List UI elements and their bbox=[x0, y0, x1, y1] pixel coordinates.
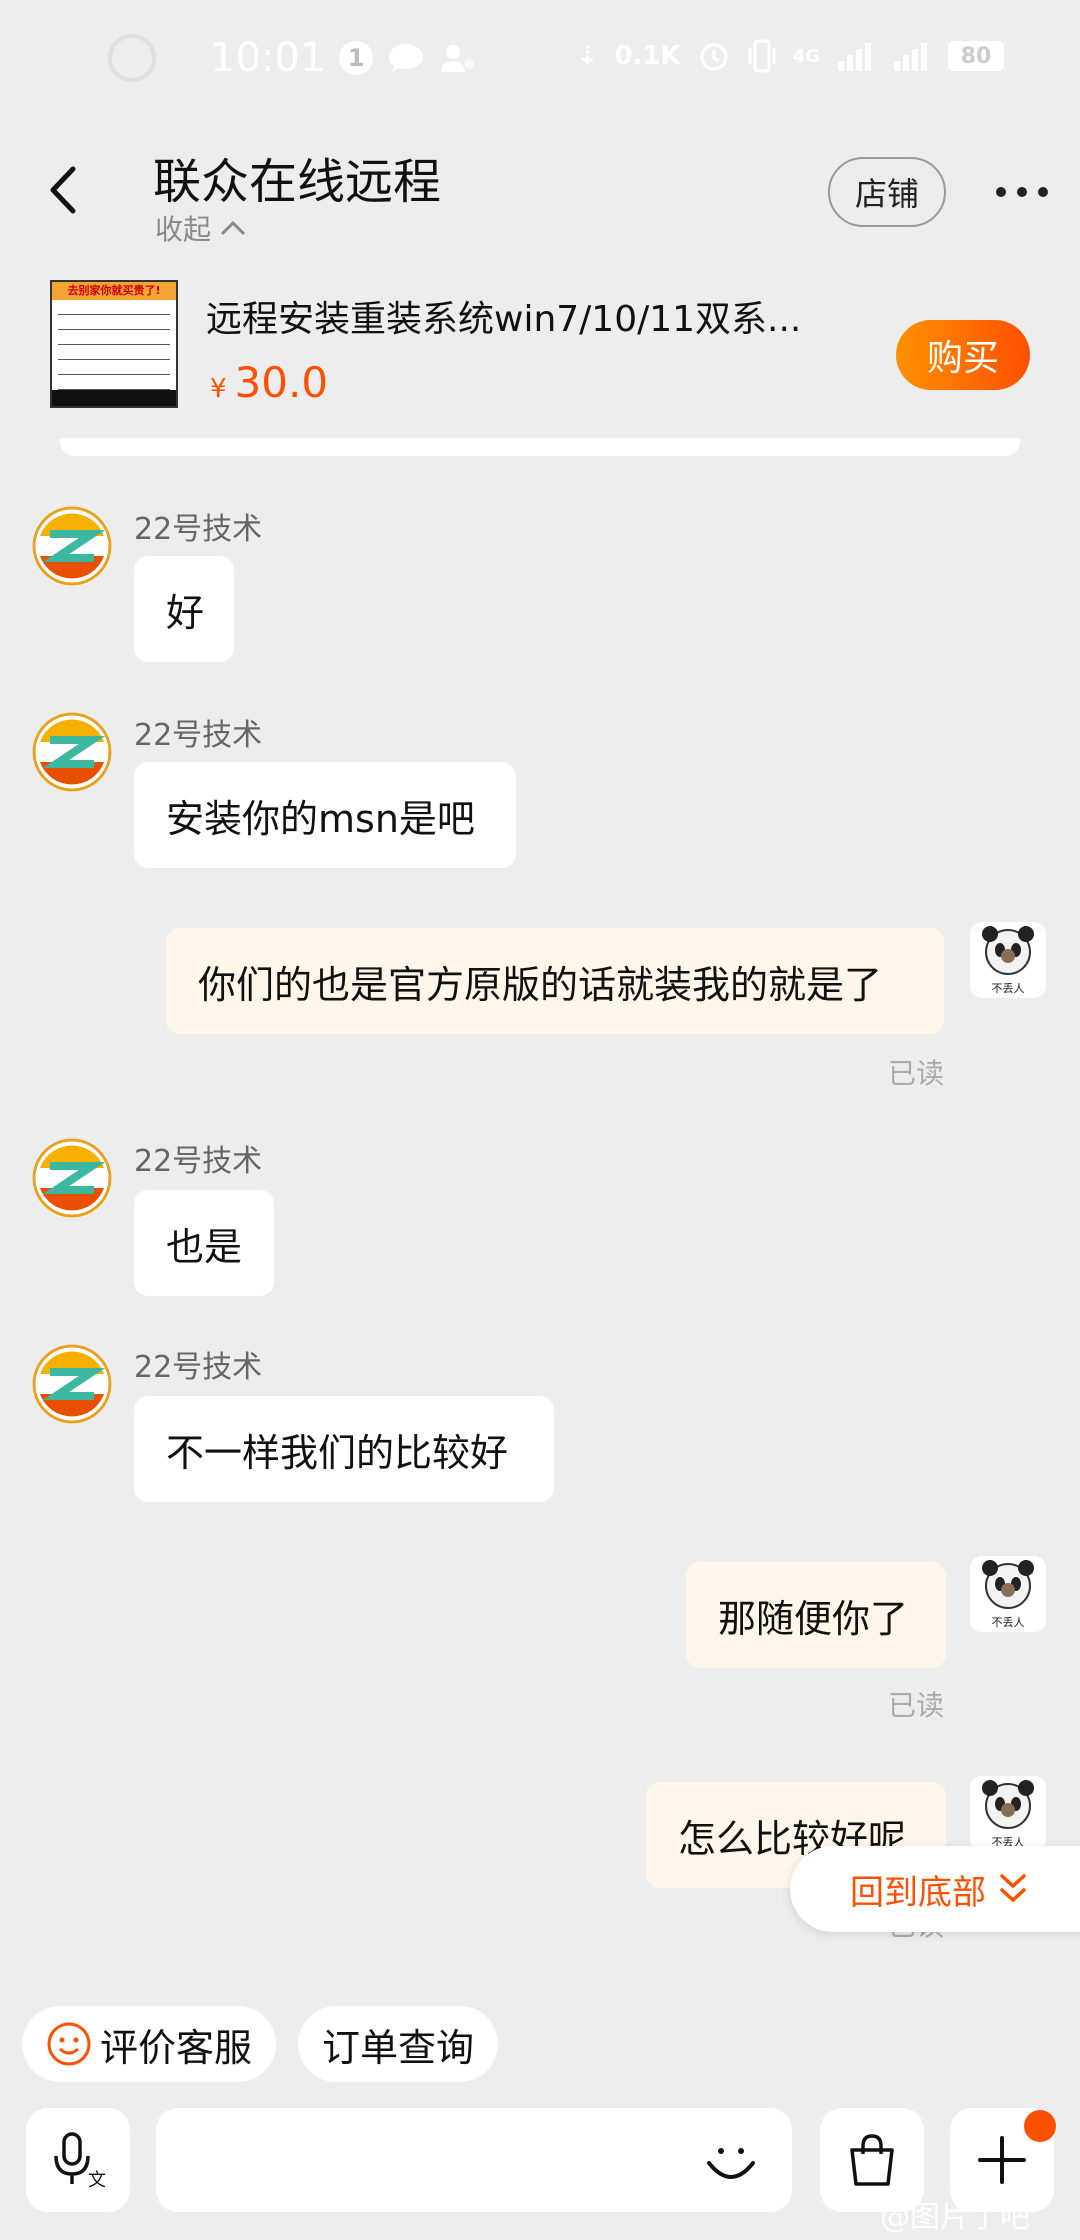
thumb-banner: 去别家你就买贵了! bbox=[52, 282, 176, 300]
message-bubble-outgoing[interactable]: 那随便你了 bbox=[686, 1562, 946, 1668]
signal-2-icon bbox=[894, 43, 927, 71]
price-currency: ¥ bbox=[210, 374, 227, 404]
rate-service-label: 评价客服 bbox=[100, 2025, 253, 2070]
microphone-icon: 文 bbox=[54, 2132, 106, 2190]
user-avatar[interactable]: 不丢人 bbox=[970, 922, 1046, 998]
shop-avatar[interactable] bbox=[32, 1344, 112, 1424]
buy-button[interactable]: 购买 bbox=[896, 320, 1030, 390]
status-bar: 10:01 1 ⇣ 0.1K 4G 80 bbox=[0, 0, 1080, 120]
download-speed-icon: ⇣ bbox=[576, 41, 599, 71]
collapse-toggle[interactable]: 收起 bbox=[155, 208, 247, 248]
double-chevron-down-icon bbox=[1000, 1874, 1026, 1903]
message-bubble-incoming[interactable]: 安装你的msn是吧 bbox=[134, 762, 516, 868]
network-type: 4G bbox=[792, 45, 820, 67]
more-options-button[interactable] bbox=[996, 178, 1048, 206]
order-query-label: 订单查询 bbox=[322, 2025, 475, 2070]
collapse-label: 收起 bbox=[155, 213, 212, 246]
more-dot-icon bbox=[996, 187, 1006, 197]
back-to-bottom-label: 回到底部 bbox=[850, 1872, 986, 1913]
emoji-smile-icon bbox=[707, 2148, 755, 2179]
read-status: 已读 bbox=[888, 1689, 945, 1722]
shop-avatar[interactable] bbox=[32, 1138, 112, 1218]
alarm-icon bbox=[700, 43, 728, 71]
emoji-button[interactable] bbox=[700, 2130, 762, 2192]
product-price: ¥ 30.0 bbox=[210, 358, 328, 407]
more-dot-icon bbox=[1017, 187, 1027, 197]
user-avatar[interactable]: 不丢人 bbox=[970, 1776, 1046, 1852]
message-bubble-incoming[interactable]: 也是 bbox=[134, 1190, 274, 1296]
rate-service-button[interactable]: 评价客服 bbox=[22, 2006, 277, 2082]
shop-logo-icon bbox=[32, 506, 112, 586]
smile-icon bbox=[47, 2022, 91, 2066]
page-title: 联众在线远程 bbox=[153, 154, 442, 210]
watermark: @图片了吧 bbox=[880, 2192, 1030, 2236]
notification-count-badge: 1 bbox=[339, 41, 374, 75]
net-speed: 0.1K bbox=[614, 41, 681, 71]
contact-notification-icon bbox=[441, 45, 475, 72]
voice-input-button[interactable]: 文 bbox=[26, 2108, 130, 2212]
shop-avatar[interactable] bbox=[32, 506, 112, 586]
shop-logo-icon bbox=[32, 1344, 112, 1424]
product-thumbnail: 去别家你就买贵了! bbox=[50, 280, 178, 408]
watermark-text: @图片了吧 bbox=[880, 2200, 1030, 2235]
avatar-caption: 不丢人 bbox=[991, 1616, 1025, 1629]
user-avatar[interactable]: 不丢人 bbox=[970, 1556, 1046, 1632]
message-input[interactable] bbox=[156, 2108, 792, 2212]
shopping-bag-icon bbox=[850, 2134, 894, 2186]
back-button[interactable] bbox=[38, 160, 88, 220]
chat-notification-icon bbox=[389, 44, 424, 72]
read-status: 已读 bbox=[888, 1057, 945, 1090]
store-button[interactable]: 店铺 bbox=[828, 157, 946, 227]
vibrate-icon bbox=[748, 39, 776, 73]
chevron-up-icon bbox=[220, 220, 246, 236]
order-query-button[interactable]: 订单查询 bbox=[298, 2006, 499, 2082]
sender-name: 22号技术 bbox=[134, 1350, 263, 1385]
floating-ball-icon bbox=[108, 34, 156, 82]
back-to-bottom-button[interactable]: 回到底部 bbox=[790, 1846, 1080, 1932]
more-dot-icon bbox=[1038, 187, 1048, 197]
shop-logo-icon bbox=[32, 712, 112, 792]
status-time: 10:01 bbox=[210, 35, 326, 81]
sender-name: 22号技术 bbox=[134, 718, 263, 753]
product-card[interactable]: 去别家你就买贵了! 远程安装重装系统win7/10/11双系... ¥ 30.0… bbox=[50, 270, 1030, 410]
chevron-left-icon bbox=[50, 166, 76, 214]
message-bubble-outgoing[interactable]: 你们的也是官方原版的话就装我的就是了 bbox=[166, 928, 944, 1034]
sender-name: 22号技术 bbox=[134, 512, 263, 547]
message-bubble-incoming[interactable]: 好 bbox=[134, 556, 234, 662]
shop-avatar[interactable] bbox=[32, 712, 112, 792]
message-bubble-incoming[interactable]: 不一样我们的比较好 bbox=[134, 1396, 554, 1502]
shop-logo-icon bbox=[32, 1138, 112, 1218]
signal-1-icon bbox=[838, 43, 871, 71]
price-value: 30.0 bbox=[234, 358, 329, 407]
quick-actions: 评价客服 订单查询 bbox=[22, 2006, 499, 2082]
sender-name: 22号技术 bbox=[134, 1144, 263, 1179]
product-card-edge bbox=[60, 438, 1020, 456]
svg-text:文: 文 bbox=[88, 2170, 106, 2190]
plus-icon bbox=[978, 2136, 1026, 2184]
product-name: 远程安装重装系统win7/10/11双系... bbox=[206, 299, 802, 340]
battery-level: 80 bbox=[948, 41, 1004, 71]
avatar-caption: 不丢人 bbox=[991, 982, 1025, 995]
notification-dot bbox=[1024, 2110, 1056, 2142]
